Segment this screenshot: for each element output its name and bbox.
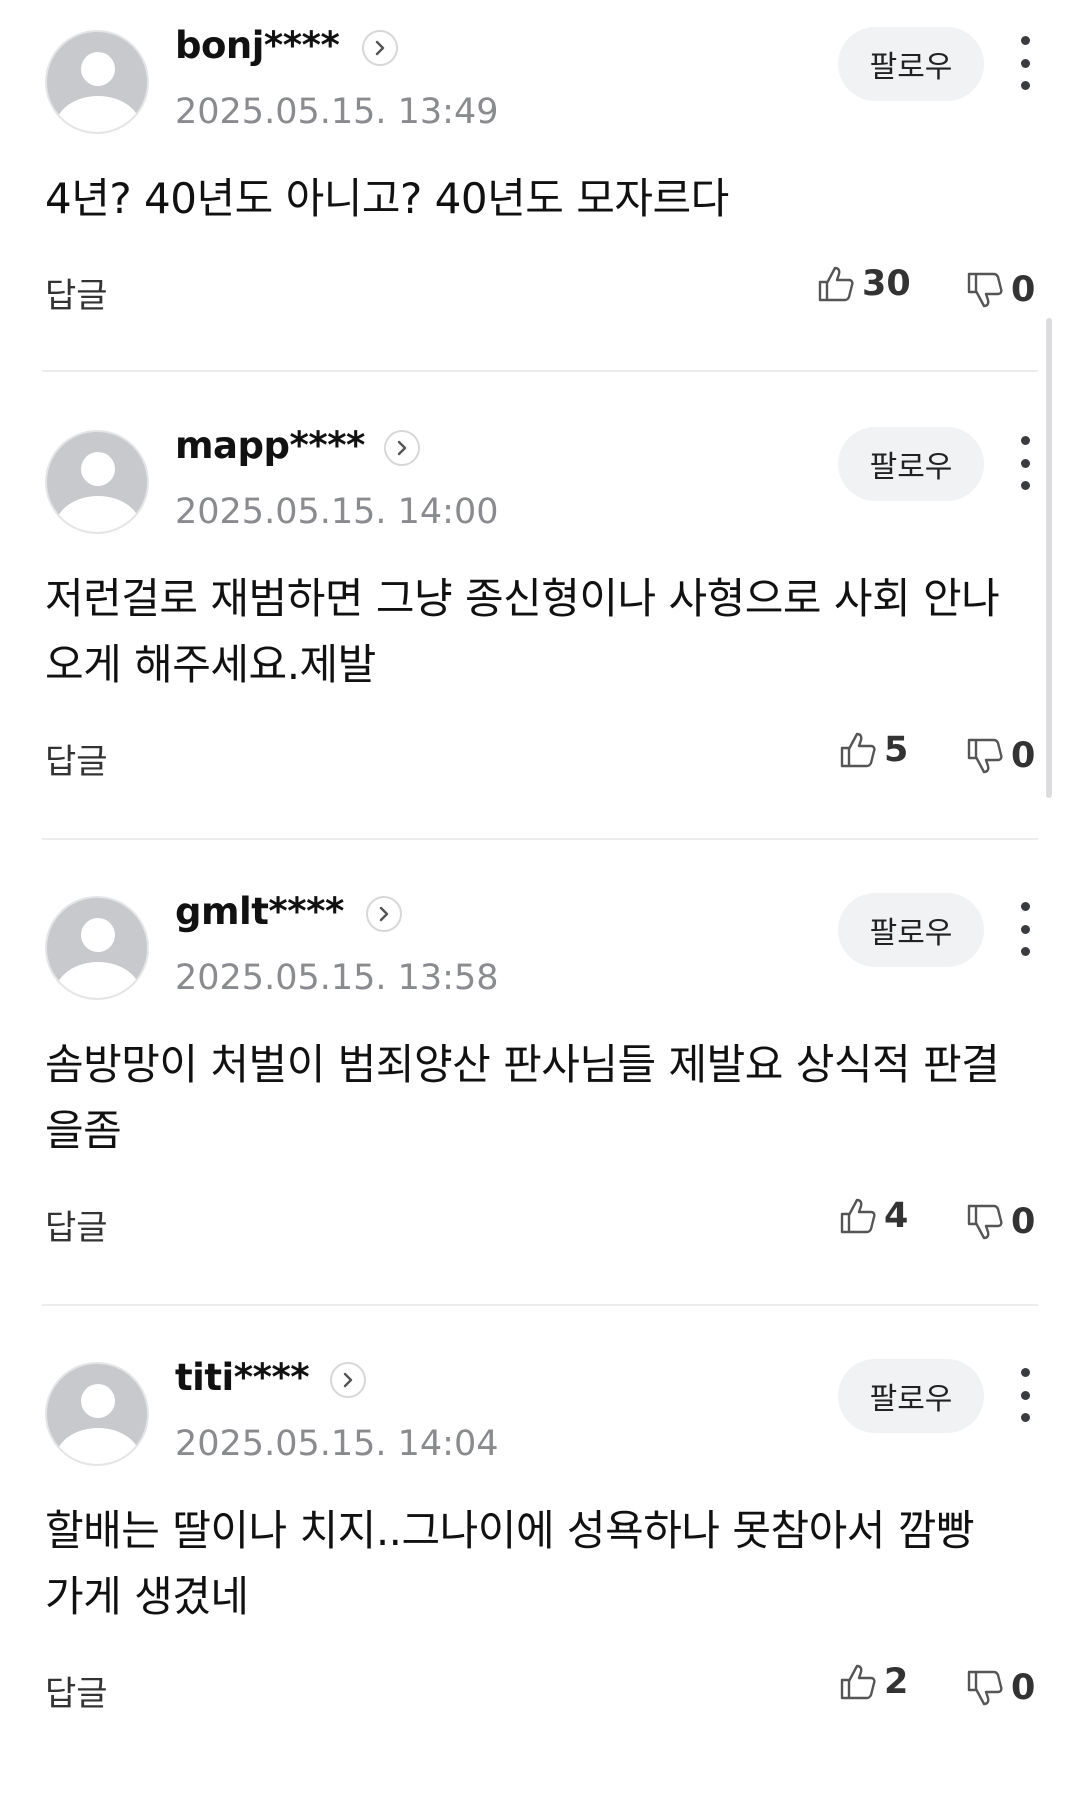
chevron-right-icon[interactable] (362, 30, 398, 66)
comment-text: 4년? 40년도 아니고? 40년도 모자르다 (45, 174, 729, 223)
dislike-button[interactable]: 0 (965, 1668, 1035, 1708)
timestamp: 2025.05.15. 14:04 (175, 1424, 499, 1464)
more-options-icon[interactable] (1010, 436, 1040, 490)
like-count: 5 (884, 730, 909, 770)
like-button[interactable]: 2 (838, 1662, 908, 1702)
like-button[interactable]: 4 (838, 1196, 908, 1236)
thumbs-up-icon (840, 1198, 876, 1234)
avatar[interactable] (45, 1362, 149, 1466)
more-options-icon[interactable] (1010, 902, 1040, 956)
thumbs-up-icon (840, 732, 876, 768)
thumbs-down-icon (967, 1670, 1003, 1706)
reply-button[interactable]: 답글 (45, 734, 108, 783)
dislike-button[interactable]: 0 (965, 1202, 1035, 1242)
thumbs-down-icon (967, 1204, 1003, 1240)
chevron-right-icon[interactable] (330, 1362, 366, 1398)
divider (42, 1304, 1038, 1306)
comment-text: 저런걸로 재범하면 그냥 종신형이나 사형으로 사회 안나오게 해주세요.제발 (45, 574, 1000, 689)
like-count: 4 (884, 1196, 909, 1236)
dislike-count: 0 (1011, 1668, 1036, 1708)
like-count: 2 (884, 1662, 909, 1702)
reply-button[interactable]: 답글 (45, 1666, 108, 1715)
avatar[interactable] (45, 30, 149, 134)
thumbs-down-icon (967, 738, 1003, 774)
comment-item: bonj**** 2025.05.15. 13:49 팔로우 4년? 40년도 … (0, 0, 1080, 466)
chevron-right-icon[interactable] (384, 430, 420, 466)
more-options-icon[interactable] (1010, 36, 1040, 90)
divider (42, 370, 1038, 372)
like-button[interactable]: 5 (838, 730, 908, 770)
dislike-count: 0 (1011, 736, 1036, 776)
more-options-icon[interactable] (1010, 1368, 1040, 1422)
like-button[interactable]: 30 (816, 264, 911, 304)
avatar[interactable] (45, 896, 149, 1000)
divider (42, 838, 1038, 840)
comment-text: 솜방망이 처벌이 범죄양산 판사님들 제발요 상식적 판결을좀 (45, 1040, 1000, 1155)
comment-text: 할배는 딸이나 치지..그나이에 성욕하나 못참아서 깜빵가게 생겼네 (45, 1506, 975, 1621)
username[interactable]: bonj**** (175, 24, 340, 67)
follow-button[interactable]: 팔로우 (838, 427, 984, 501)
dislike-count: 0 (1011, 270, 1036, 310)
chevron-right-icon[interactable] (366, 896, 402, 932)
thumbs-up-icon (840, 1664, 876, 1700)
timestamp: 2025.05.15. 13:49 (175, 92, 499, 132)
scrollbar[interactable] (1046, 318, 1052, 798)
thumbs-down-icon (967, 272, 1003, 308)
dislike-button[interactable]: 0 (965, 270, 1035, 310)
comment-item: mapp**** 2025.05.15. 14:00 팔로우 저런걸로 재범하면… (0, 400, 1080, 866)
follow-button[interactable]: 팔로우 (838, 893, 984, 967)
dislike-button[interactable]: 0 (965, 736, 1035, 776)
username[interactable]: titi**** (175, 1356, 310, 1399)
username[interactable]: mapp**** (175, 424, 365, 467)
thumbs-up-icon (818, 266, 854, 302)
comment-item: gmlt**** 2025.05.15. 13:58 팔로우 솜방망이 처벌이 … (0, 866, 1080, 1332)
follow-button[interactable]: 팔로우 (838, 1359, 984, 1433)
comment-item: titi**** 2025.05.15. 14:04 팔로우 할배는 딸이나 치… (0, 1332, 1080, 1798)
like-count: 30 (862, 264, 911, 304)
follow-button[interactable]: 팔로우 (838, 27, 984, 101)
timestamp: 2025.05.15. 13:58 (175, 958, 499, 998)
reply-button[interactable]: 답글 (45, 268, 108, 317)
timestamp: 2025.05.15. 14:00 (175, 492, 499, 532)
avatar[interactable] (45, 430, 149, 534)
dislike-count: 0 (1011, 1202, 1036, 1242)
username[interactable]: gmlt**** (175, 890, 344, 933)
reply-button[interactable]: 답글 (45, 1200, 108, 1249)
